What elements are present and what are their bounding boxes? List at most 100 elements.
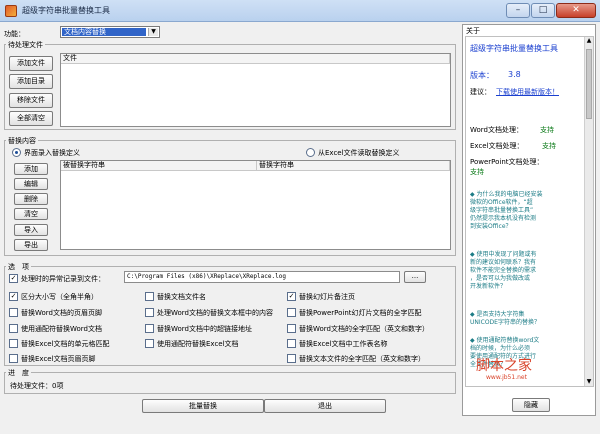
faq-line: UNICODE字符串的替换？ xyxy=(470,319,540,326)
close-button[interactable]: ✕ xyxy=(556,3,596,18)
option-label-ppt-whole-word: 替换PowerPoint幻灯片文档的全字匹配 xyxy=(299,309,422,317)
import-rules-button[interactable]: 导入 xyxy=(14,224,48,236)
window-title: 超级字符串批量替换工具 xyxy=(22,6,110,15)
clear-rules-button[interactable]: 清空 xyxy=(14,208,48,220)
option-checkbox-word-hyperlink[interactable] xyxy=(145,324,154,333)
exit-button[interactable]: 退出 xyxy=(264,399,386,413)
faq-line: 软件不能完全替换的需求 xyxy=(470,267,537,274)
option-checkbox-excel-sheet-name[interactable] xyxy=(287,339,296,348)
faq-office-detect[interactable]: ◆ 为什么我的电脑已经安装 微软的Office软件，“超 级字符串批量替换工具”… xyxy=(470,191,543,231)
support-ppt-value: 支持 xyxy=(470,168,484,176)
file-column-header[interactable]: 文件 xyxy=(61,54,450,64)
scroll-thumb[interactable] xyxy=(586,49,592,119)
function-select[interactable]: 文档内容替换 ▼ xyxy=(60,26,160,38)
add-file-button[interactable]: 添加文件 xyxy=(9,56,53,71)
export-rules-button[interactable]: 导出 xyxy=(14,239,48,251)
faq-line: 档的时候，为什么必须 xyxy=(470,345,531,352)
about-title: 关于 xyxy=(466,27,480,35)
clear-all-files-button[interactable]: 全部清空 xyxy=(9,111,53,126)
option-checkbox-ppt-whole-word[interactable] xyxy=(287,308,296,317)
maximize-button[interactable]: □ xyxy=(531,3,555,18)
option-label-filename: 替换文档文件名 xyxy=(157,293,206,301)
watermark-logo: 脚本之家 xyxy=(476,358,532,374)
faq-line: 新的建议如何联系？我有 xyxy=(470,259,537,266)
radio-manual-label: 界面录入替换定义 xyxy=(24,149,80,157)
option-checkbox-slide-notes[interactable]: ✓ xyxy=(287,292,296,301)
option-checkbox-case[interactable]: ✓ xyxy=(9,292,18,301)
support-excel-label: Excel文档处理： xyxy=(470,142,524,150)
replace-content-title: 替换内容 xyxy=(6,136,38,146)
faq-line: 微软的Office软件，“超 xyxy=(470,199,533,206)
download-link[interactable]: 下载使用最新版本！ xyxy=(496,87,559,97)
option-label-word-textbox: 处理Word文档的替换文本框中的内容 xyxy=(157,309,273,317)
browse-button[interactable]: ... xyxy=(404,271,426,283)
faq-line: ◆ 是否支持大字符集 xyxy=(470,311,525,318)
option-label-case: 区分大小写（全角半角） xyxy=(21,293,98,301)
target-string-column-header[interactable]: 替换字符串 xyxy=(257,161,450,171)
scroll-down-icon[interactable]: ▼ xyxy=(585,378,593,386)
support-ppt-label: PowerPoint文档处理： xyxy=(470,158,544,166)
about-version: 3.8 xyxy=(508,70,521,79)
option-label-text-whole-word: 替换文本文件的全字匹配（英文和数字） xyxy=(299,355,425,363)
faq-line: 级字符串批量替换工具” xyxy=(470,207,534,214)
option-label-excel-wildcard: 使用通配符替换Excel文档 xyxy=(157,340,239,348)
option-checkbox-word-wildcard[interactable] xyxy=(9,324,18,333)
faq-line: 仍然提示我本机没有检测 xyxy=(470,215,537,222)
option-checkbox-word-header-footer[interactable] xyxy=(9,308,18,317)
option-checkbox-excel-wildcard[interactable] xyxy=(145,339,154,348)
option-label-word-whole-word: 替换Word文档的全字匹配（英文和数字） xyxy=(299,325,429,333)
faq-line: 到安装Office？ xyxy=(470,223,512,230)
faq-unicode[interactable]: ◆ 是否支持大字符集 UNICODE字符串的替换？ xyxy=(470,311,540,327)
progress-status: 待处理文件：0项 xyxy=(10,382,64,390)
option-checkbox-excel-header-footer[interactable] xyxy=(9,354,18,363)
faq-line: ◆ 使用通配符替换word文 xyxy=(470,337,540,344)
support-word-label: Word文档处理： xyxy=(470,126,523,134)
about-scrollbar[interactable]: ▲ ▼ xyxy=(584,37,593,386)
options-title: 选 项 xyxy=(6,262,31,272)
option-label-excel-header-footer: 替换Excel文档页眉页脚 xyxy=(21,355,96,363)
about-app-name: 超级字符串批量替换工具 xyxy=(470,44,558,53)
faq-line: ◆ 使用中发现了问题或有 xyxy=(470,251,537,258)
option-checkbox-excel-cell-match[interactable] xyxy=(9,339,18,348)
pending-files-title: 待处理文件 xyxy=(6,40,45,50)
option-checkbox-word-whole-word[interactable] xyxy=(287,324,296,333)
log-path-field[interactable]: C:\Program Files (x86)\XReplace\XReplace… xyxy=(124,271,400,283)
remove-file-button[interactable]: 移除文件 xyxy=(9,93,53,108)
chevron-down-icon[interactable]: ▼ xyxy=(148,28,158,36)
function-label: 功能： xyxy=(4,30,25,38)
option-label-excel-cell-match: 替换Excel文档的单元格匹配 xyxy=(21,340,110,348)
option-label-word-hyperlink: 替换Word文档中的超链接地址 xyxy=(157,325,252,333)
about-version-label: 版本： xyxy=(470,71,494,80)
hide-about-button[interactable]: 隐藏 xyxy=(512,398,550,412)
about-suggest-label: 建议： xyxy=(470,88,491,96)
support-word-value: 支持 xyxy=(540,126,554,134)
watermark-url: www.jb51.net xyxy=(486,374,527,381)
radio-manual-input[interactable] xyxy=(12,148,21,157)
faq-line: ，是否可以为我做改或 xyxy=(470,275,531,282)
minimize-button[interactable]: – xyxy=(506,3,530,18)
edit-rule-button[interactable]: 编辑 xyxy=(14,178,48,190)
radio-excel-input[interactable] xyxy=(306,148,315,157)
option-label-word-header-footer: 替换Word文档的页眉页脚 xyxy=(21,309,102,317)
option-checkbox-text-whole-word[interactable] xyxy=(287,354,296,363)
option-label-word-wildcard: 使用通配符替换Word文档 xyxy=(21,325,102,333)
add-rule-button[interactable]: 添加 xyxy=(14,163,48,175)
option-label-excel-sheet-name: 替换Excel文档中工作表名称 xyxy=(299,340,388,348)
faq-contact[interactable]: ◆ 使用中发现了问题或有 新的建议如何联系？我有 软件不能完全替换的需求 ，是否… xyxy=(470,251,537,291)
option-label-slide-notes: 替换幻灯片备注页 xyxy=(299,293,355,301)
add-folder-button[interactable]: 添加目录 xyxy=(9,74,53,89)
faq-line: 开发新软件？ xyxy=(470,283,507,290)
delete-rule-button[interactable]: 删除 xyxy=(14,193,48,205)
source-string-column-header[interactable]: 被替换字符串 xyxy=(61,161,257,171)
option-checkbox-filename[interactable] xyxy=(145,292,154,301)
replace-rule-list[interactable]: 被替换字符串 替换字符串 xyxy=(60,160,451,250)
support-excel-value: 支持 xyxy=(542,142,556,150)
faq-line: ◆ 为什么我的电脑已经安装 xyxy=(470,191,543,198)
log-checkbox[interactable]: ✓ xyxy=(9,274,18,283)
scroll-up-icon[interactable]: ▲ xyxy=(585,37,593,45)
batch-replace-button[interactable]: 批量替换 xyxy=(142,399,264,413)
option-checkbox-word-textbox[interactable] xyxy=(145,308,154,317)
radio-excel-label: 从Excel文件读取替换定义 xyxy=(318,149,400,157)
file-list[interactable]: 文件 xyxy=(60,53,451,127)
app-icon xyxy=(5,5,17,17)
